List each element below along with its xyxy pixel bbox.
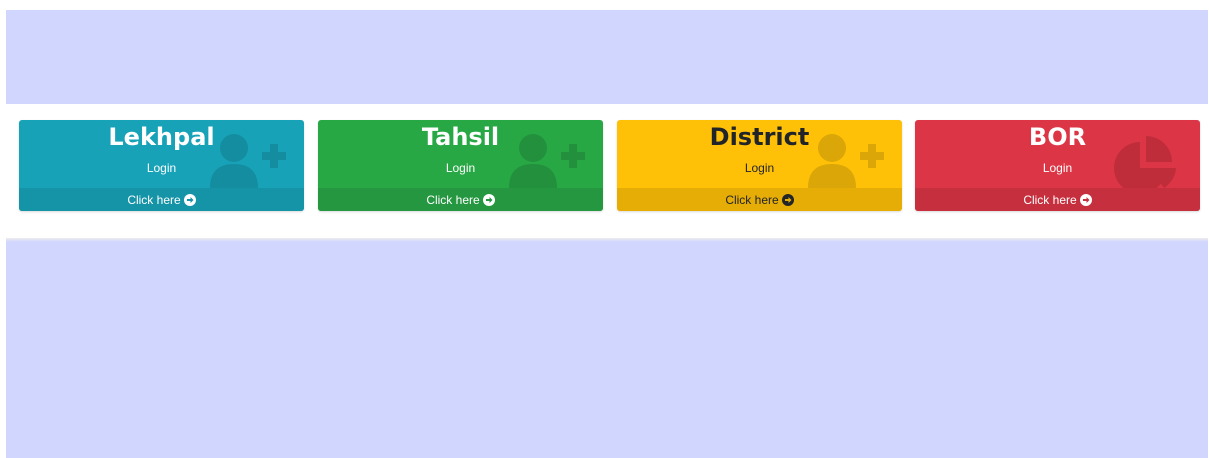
arrow-circle-right-icon — [1079, 193, 1092, 206]
card-subtitle: Login — [1042, 161, 1073, 175]
click-here-label: Click here — [725, 192, 779, 207]
click-here-label: Click here — [1023, 192, 1077, 207]
card-subtitle: Login — [445, 161, 476, 175]
click-here-link[interactable]: Click here — [318, 188, 603, 211]
card-title: Lekhpal — [108, 123, 215, 151]
card-subtitle: Login — [146, 161, 177, 175]
click-here-link[interactable]: Click here — [617, 188, 902, 211]
card-bor: BOR Login Click here — [915, 120, 1200, 211]
click-here-link[interactable]: Click here — [915, 188, 1200, 211]
bottom-background-band — [6, 242, 1208, 458]
card-title: District — [709, 123, 810, 151]
click-here-label: Click here — [426, 192, 480, 207]
click-here-link[interactable]: Click here — [19, 188, 304, 211]
arrow-circle-right-icon — [781, 193, 794, 206]
arrow-circle-right-icon — [183, 193, 196, 206]
click-here-label: Click here — [127, 192, 181, 207]
card-title: BOR — [1028, 123, 1087, 151]
card-title: Tahsil — [421, 123, 500, 151]
card-lekhpal: Lekhpal Login Click here — [19, 120, 304, 211]
card-tahsil: Tahsil Login Click here — [318, 120, 603, 211]
top-background-band — [6, 10, 1208, 104]
card-subtitle: Login — [744, 161, 775, 175]
card-district: District Login Click here — [617, 120, 902, 211]
arrow-circle-right-icon — [482, 193, 495, 206]
